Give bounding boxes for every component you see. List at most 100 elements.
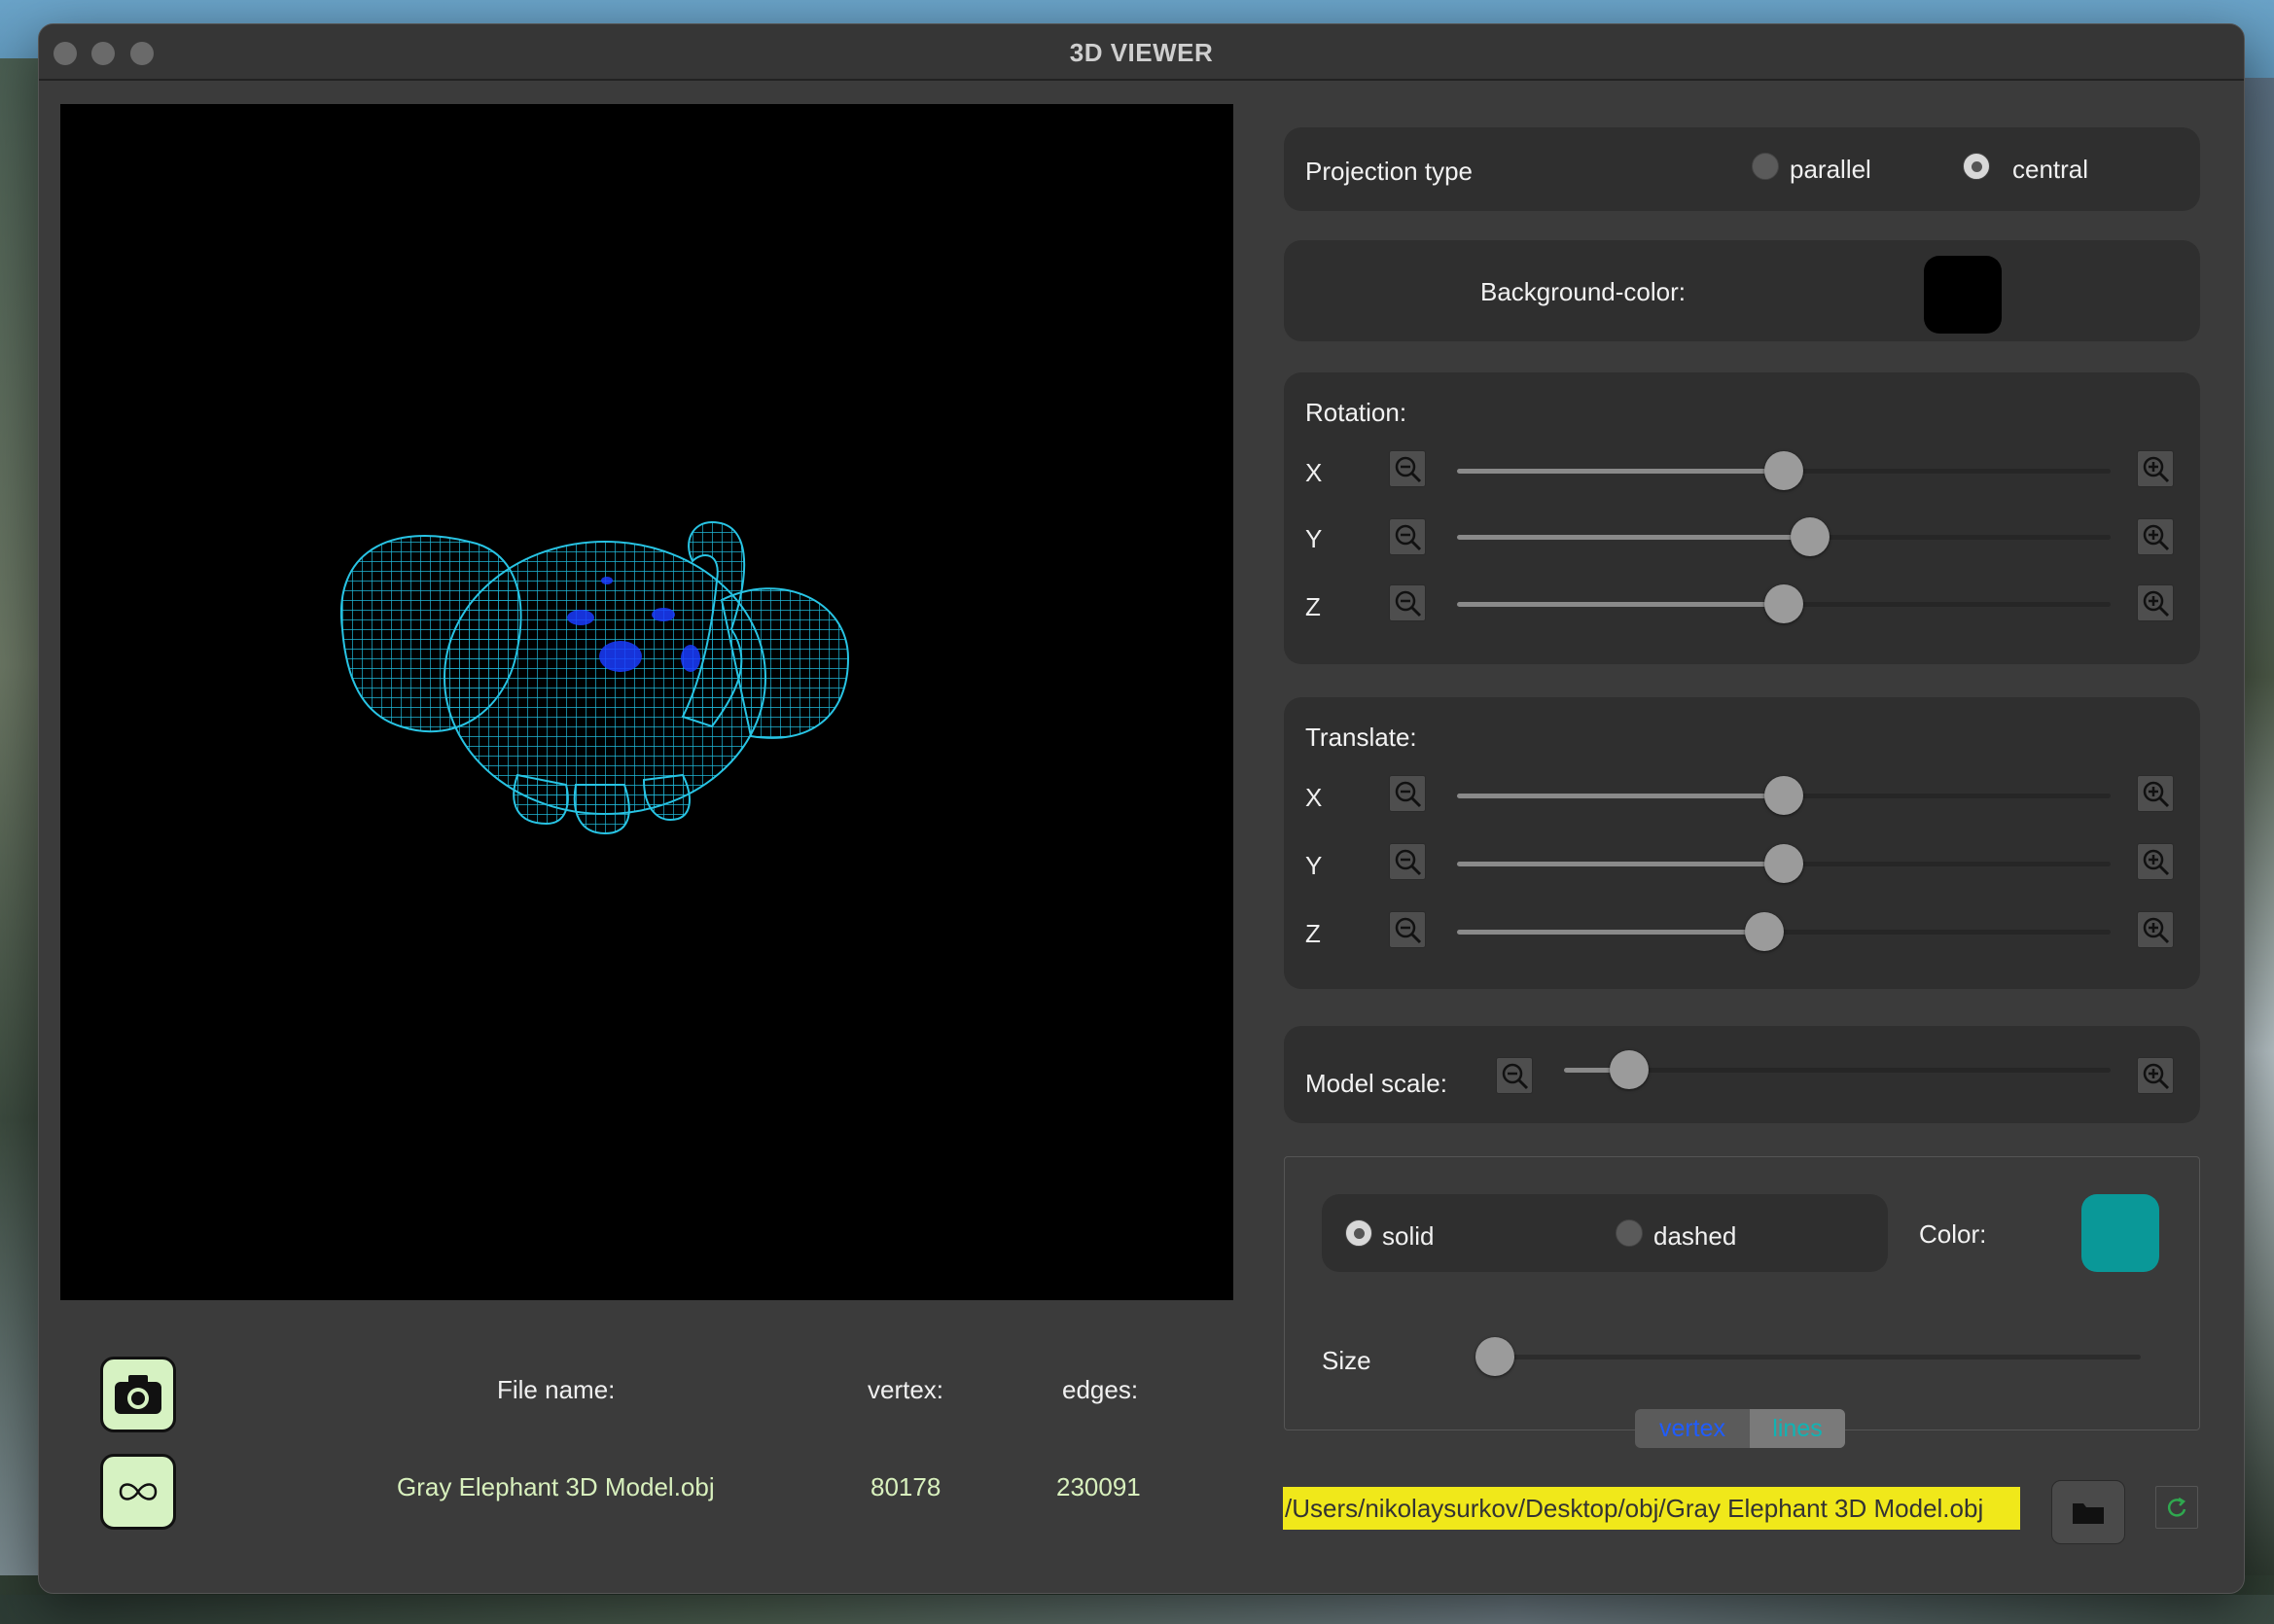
- 3d-viewport[interactable]: [60, 104, 1233, 1300]
- projection-central-radio[interactable]: [1963, 153, 1990, 180]
- rotation-x-decrease-button[interactable]: [1389, 450, 1426, 487]
- zoom-in-icon: [2143, 456, 2170, 483]
- line-dashed-radio[interactable]: [1616, 1219, 1643, 1247]
- line-size-label: Size: [1322, 1346, 1371, 1375]
- zoom-out-icon: [1502, 1063, 1529, 1090]
- translate-x-label: X: [1305, 783, 1323, 812]
- zoom-out-icon: [1395, 456, 1422, 483]
- rotation-z-decrease-button[interactable]: [1389, 584, 1426, 621]
- file-name-label: File name:: [497, 1375, 616, 1404]
- refresh-icon: [2167, 1497, 2186, 1517]
- model-scale-slider[interactable]: [1564, 1050, 2111, 1089]
- projection-parallel-label: parallel: [1790, 155, 1871, 184]
- line-color-swatch[interactable]: [2081, 1194, 2159, 1272]
- translate-z-decrease-button[interactable]: [1389, 911, 1426, 948]
- window-title: 3D VIEWER: [1069, 38, 1214, 67]
- vertex-label: vertex:: [868, 1375, 944, 1404]
- zoom-out-icon: [1395, 590, 1422, 618]
- translate-panel: Translate: X Y Z: [1284, 697, 2200, 989]
- line-size-slider[interactable]: [1475, 1337, 2141, 1376]
- projection-central-label: central: [2012, 155, 2089, 184]
- desktop-wallpaper-right: [2245, 78, 2274, 1575]
- file-path-input[interactable]: /Users/nikolaysurkov/Desktop/obj/Gray El…: [1283, 1487, 2020, 1530]
- translate-x-slider[interactable]: [1457, 776, 2111, 815]
- translate-y-decrease-button[interactable]: [1389, 843, 1426, 880]
- slider-fill: [1457, 469, 1784, 474]
- zoom-in-icon: [2143, 917, 2170, 944]
- vertex-count-value: 80178: [871, 1472, 942, 1501]
- model-scale-label: Model scale:: [1305, 1069, 1447, 1098]
- translate-x-increase-button[interactable]: [2137, 775, 2174, 812]
- mode-tabs: vertex lines: [1635, 1409, 1845, 1448]
- translate-z-label: Z: [1305, 919, 1321, 948]
- rotation-y-increase-button[interactable]: [2137, 518, 2174, 555]
- translate-y-label: Y: [1305, 851, 1323, 880]
- line-dashed-label: dashed: [1653, 1221, 1737, 1251]
- translate-z-slider[interactable]: [1457, 912, 2111, 951]
- translate-y-increase-button[interactable]: [2137, 843, 2174, 880]
- slider-fill: [1457, 602, 1784, 607]
- rotation-z-increase-button[interactable]: [2137, 584, 2174, 621]
- reload-button[interactable]: [2155, 1486, 2198, 1529]
- translate-label: Translate:: [1305, 723, 1417, 752]
- line-solid-radio[interactable]: [1345, 1219, 1372, 1247]
- line-type-group: solid dashed: [1322, 1194, 1888, 1272]
- projection-parallel-radio[interactable]: [1752, 153, 1779, 180]
- translate-z-increase-button[interactable]: [2137, 911, 2174, 948]
- slider-knob[interactable]: [1764, 844, 1803, 883]
- background-color-label: Background-color:: [1480, 277, 1686, 306]
- slider-fill: [1457, 535, 1810, 540]
- camera-icon: [115, 1375, 161, 1414]
- edges-label: edges:: [1062, 1375, 1139, 1404]
- rotation-label: Rotation:: [1305, 398, 1407, 427]
- screenshot-button[interactable]: [100, 1357, 176, 1432]
- zoom-out-icon: [1395, 781, 1422, 808]
- rotation-y-slider[interactable]: [1457, 517, 2111, 556]
- slider-fill: [1457, 862, 1784, 866]
- rotation-y-label: Y: [1305, 524, 1323, 553]
- projection-panel: Projection type parallel central: [1284, 127, 2200, 211]
- line-style-panel: solid dashed Color: Size: [1284, 1156, 2200, 1430]
- slider-fill: [1457, 930, 1764, 935]
- folder-icon: [2073, 1503, 2104, 1524]
- line-color-label: Color:: [1919, 1219, 1987, 1249]
- zoom-in-icon: [2143, 849, 2170, 876]
- slider-knob[interactable]: [1475, 1337, 1514, 1376]
- projection-type-label: Projection type: [1305, 157, 1473, 186]
- zoom-in-icon: [2143, 590, 2170, 618]
- model-scale-panel: Model scale:: [1284, 1026, 2200, 1123]
- slider-knob[interactable]: [1764, 584, 1803, 623]
- translate-x-decrease-button[interactable]: [1389, 775, 1426, 812]
- slider-knob[interactable]: [1610, 1050, 1650, 1089]
- tab-vertex[interactable]: vertex: [1635, 1409, 1750, 1448]
- title-bar: 3D VIEWER: [39, 24, 2244, 81]
- desktop-wallpaper-bottom: [0, 1595, 2274, 1624]
- elephant-wireframe-model: [339, 520, 850, 835]
- rotation-x-slider[interactable]: [1457, 451, 2111, 490]
- model-scale-increase-button[interactable]: [2137, 1057, 2174, 1094]
- zoom-out-icon: [1395, 849, 1422, 876]
- open-file-button[interactable]: [2051, 1480, 2125, 1544]
- zoom-out-icon: [1395, 917, 1422, 944]
- slider-knob[interactable]: [1764, 776, 1803, 815]
- gif-record-button[interactable]: [100, 1454, 176, 1530]
- rotation-y-decrease-button[interactable]: [1389, 518, 1426, 555]
- tab-lines[interactable]: lines: [1750, 1409, 1845, 1448]
- translate-y-slider[interactable]: [1457, 844, 2111, 883]
- slider-knob[interactable]: [1764, 451, 1803, 490]
- rotation-x-increase-button[interactable]: [2137, 450, 2174, 487]
- zoom-in-icon: [2143, 1063, 2170, 1090]
- slider-knob[interactable]: [1790, 517, 1830, 556]
- desktop-wallpaper-left: [0, 58, 39, 1575]
- background-color-swatch[interactable]: [1924, 256, 2002, 334]
- slider-knob[interactable]: [1744, 912, 1784, 951]
- infinity-icon: [119, 1483, 158, 1500]
- rotation-panel: Rotation: X Y Z: [1284, 372, 2200, 664]
- rotation-z-label: Z: [1305, 592, 1321, 621]
- model-scale-decrease-button[interactable]: [1496, 1057, 1533, 1094]
- zoom-in-icon: [2143, 524, 2170, 551]
- rotation-z-slider[interactable]: [1457, 584, 2111, 623]
- app-window: 3D VIEWER File name: vertex: edges: Gray…: [38, 23, 2245, 1594]
- zoom-in-icon: [2143, 781, 2170, 808]
- file-name-value: Gray Elephant 3D Model.obj: [397, 1472, 715, 1501]
